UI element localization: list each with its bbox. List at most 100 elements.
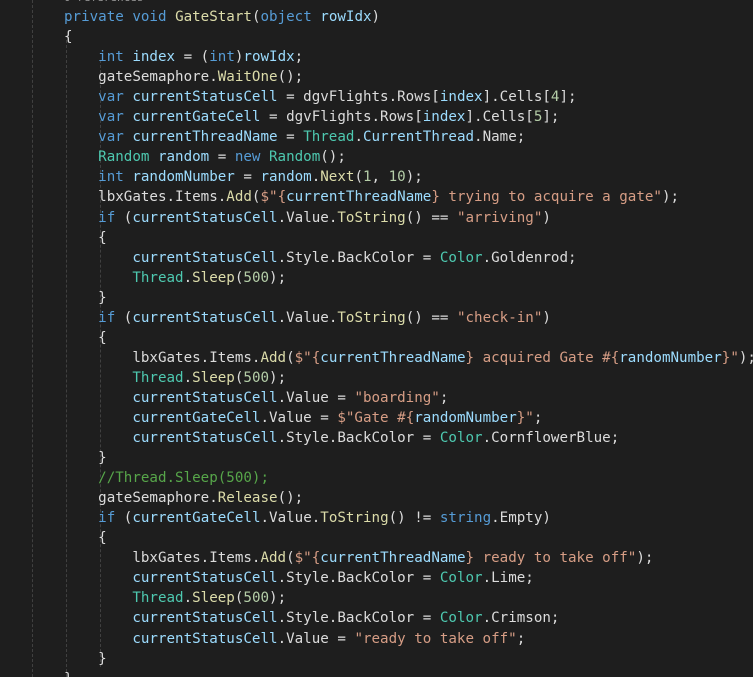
code-token: .Lime; bbox=[482, 570, 534, 587]
code-token: ToString bbox=[320, 510, 389, 527]
code-lines[interactable]: 0 referencesprivate void GateStart(objec… bbox=[64, 0, 753, 677]
code-token: lbxGates.Items. bbox=[98, 189, 227, 206]
code-token: ToString bbox=[337, 209, 406, 226]
code-token: 10 bbox=[388, 169, 406, 186]
code-token: currentStatusCell bbox=[132, 89, 278, 106]
code-line[interactable]: { bbox=[64, 27, 753, 47]
code-line[interactable]: } bbox=[64, 288, 753, 308]
code-line[interactable]: if (currentGateCell.Value.ToString() != … bbox=[64, 508, 753, 528]
code-line[interactable]: if (currentStatusCell.Value.ToString() =… bbox=[64, 308, 753, 328]
code-editor[interactable]: 0 referencesprivate void GateStart(objec… bbox=[0, 0, 753, 677]
code-line[interactable]: currentGateCell.Value = $"Gate #{randomN… bbox=[64, 408, 753, 428]
code-token: .Style.BackColor = bbox=[277, 249, 440, 266]
code-line[interactable]: if (currentStatusCell.Value.ToString() =… bbox=[64, 208, 753, 228]
code-token: if bbox=[98, 309, 116, 326]
code-line[interactable]: int randomNumber = random.Next(1, 10); bbox=[64, 167, 753, 187]
code-token: .Value = bbox=[260, 409, 338, 426]
code-token: ]; bbox=[542, 109, 560, 126]
code-line[interactable]: { bbox=[64, 328, 753, 348]
code-token: Thread bbox=[132, 269, 184, 286]
code-line[interactable]: currentStatusCell.Style.BackColor = Colo… bbox=[64, 248, 753, 268]
code-token: ( bbox=[115, 510, 133, 527]
code-token: ) bbox=[371, 9, 381, 26]
code-token: { bbox=[311, 349, 321, 366]
code-token: ( bbox=[115, 309, 133, 326]
code-token: = bbox=[277, 129, 304, 146]
code-token: . bbox=[183, 369, 193, 386]
code-line[interactable]: { bbox=[64, 228, 753, 248]
code-line[interactable]: gateSemaphore.WaitOne(); bbox=[64, 67, 753, 87]
code-token: int bbox=[98, 49, 124, 66]
code-token: int bbox=[209, 49, 235, 66]
code-token: ; bbox=[439, 389, 449, 406]
code-token: . bbox=[183, 590, 193, 607]
code-token: ); bbox=[661, 189, 680, 206]
code-line[interactable]: private void GateStart(object rowIdx) bbox=[64, 7, 753, 27]
code-token: .Value = bbox=[277, 630, 355, 647]
code-token: currentStatusCell bbox=[132, 630, 278, 647]
code-token: GateStart bbox=[175, 9, 252, 26]
code-line[interactable]: 0 references bbox=[64, 0, 753, 7]
code-token: () == bbox=[405, 209, 457, 226]
code-token: 1 bbox=[362, 169, 372, 186]
code-line[interactable]: //Thread.Sleep(500); bbox=[64, 468, 753, 488]
code-token: } bbox=[431, 189, 440, 206]
code-line[interactable]: } bbox=[64, 669, 753, 677]
code-token: //Thread.Sleep(500); bbox=[98, 470, 270, 487]
code-line[interactable]: currentStatusCell.Value = "boarding"; bbox=[64, 388, 753, 408]
code-token: () == bbox=[405, 309, 457, 326]
code-token: { bbox=[277, 189, 287, 206]
code-token: currentStatusCell bbox=[132, 389, 278, 406]
code-token: { bbox=[98, 530, 107, 547]
code-line[interactable]: var currentStatusCell = dgvFlights.Rows[… bbox=[64, 87, 753, 107]
code-line[interactable]: gateSemaphore.Release(); bbox=[64, 488, 753, 508]
code-token: .Value = bbox=[277, 389, 355, 406]
code-line[interactable]: var currentGateCell = dgvFlights.Rows[in… bbox=[64, 107, 753, 127]
code-token: Color bbox=[439, 430, 483, 447]
code-line[interactable]: { bbox=[64, 528, 753, 548]
code-line[interactable]: currentStatusCell.Style.BackColor = Colo… bbox=[64, 608, 753, 628]
code-line[interactable]: lbxGates.Items.Add($"{currentThreadName}… bbox=[64, 348, 753, 368]
code-token: .Value. bbox=[260, 510, 321, 527]
code-token: rowIdx bbox=[320, 9, 372, 26]
code-line[interactable]: currentStatusCell.Style.BackColor = Colo… bbox=[64, 428, 753, 448]
code-token: = bbox=[209, 149, 235, 166]
code-token: .Style.BackColor = bbox=[277, 570, 440, 587]
code-token: Add bbox=[260, 550, 287, 567]
code-token: . bbox=[354, 129, 363, 146]
code-line[interactable]: } bbox=[64, 448, 753, 468]
code-line[interactable]: Thread.Sleep(500); bbox=[64, 588, 753, 608]
code-token: .CornflowerBlue; bbox=[482, 430, 620, 447]
code-line[interactable]: Random random = new Random(); bbox=[64, 147, 753, 167]
code-line[interactable]: var currentThreadName = Thread.CurrentTh… bbox=[64, 127, 753, 147]
code-line[interactable]: Thread.Sleep(500); bbox=[64, 368, 753, 388]
code-token: ); bbox=[269, 269, 287, 286]
code-line[interactable]: currentStatusCell.Value = "ready to take… bbox=[64, 629, 753, 649]
code-token: lbxGates.Items. bbox=[132, 550, 261, 567]
code-token: " bbox=[730, 349, 739, 366]
code-line[interactable]: Thread.Sleep(500); bbox=[64, 268, 753, 288]
code-token: = ( bbox=[175, 49, 210, 66]
code-line[interactable]: int index = (int)rowIdx; bbox=[64, 47, 753, 67]
code-token: " bbox=[525, 409, 534, 426]
code-token: .Style.BackColor = bbox=[277, 430, 440, 447]
code-line[interactable]: currentStatusCell.Style.BackColor = Colo… bbox=[64, 568, 753, 588]
code-token: random bbox=[157, 149, 210, 166]
code-token: Thread bbox=[303, 129, 355, 146]
code-line[interactable]: } bbox=[64, 649, 753, 669]
code-line[interactable]: lbxGates.Items.Add($"{currentThreadName}… bbox=[64, 187, 753, 207]
code-token: ) bbox=[542, 209, 551, 226]
code-token: .Name; bbox=[474, 129, 526, 146]
code-line[interactable]: lbxGates.Items.Add($"{currentThreadName}… bbox=[64, 548, 753, 568]
